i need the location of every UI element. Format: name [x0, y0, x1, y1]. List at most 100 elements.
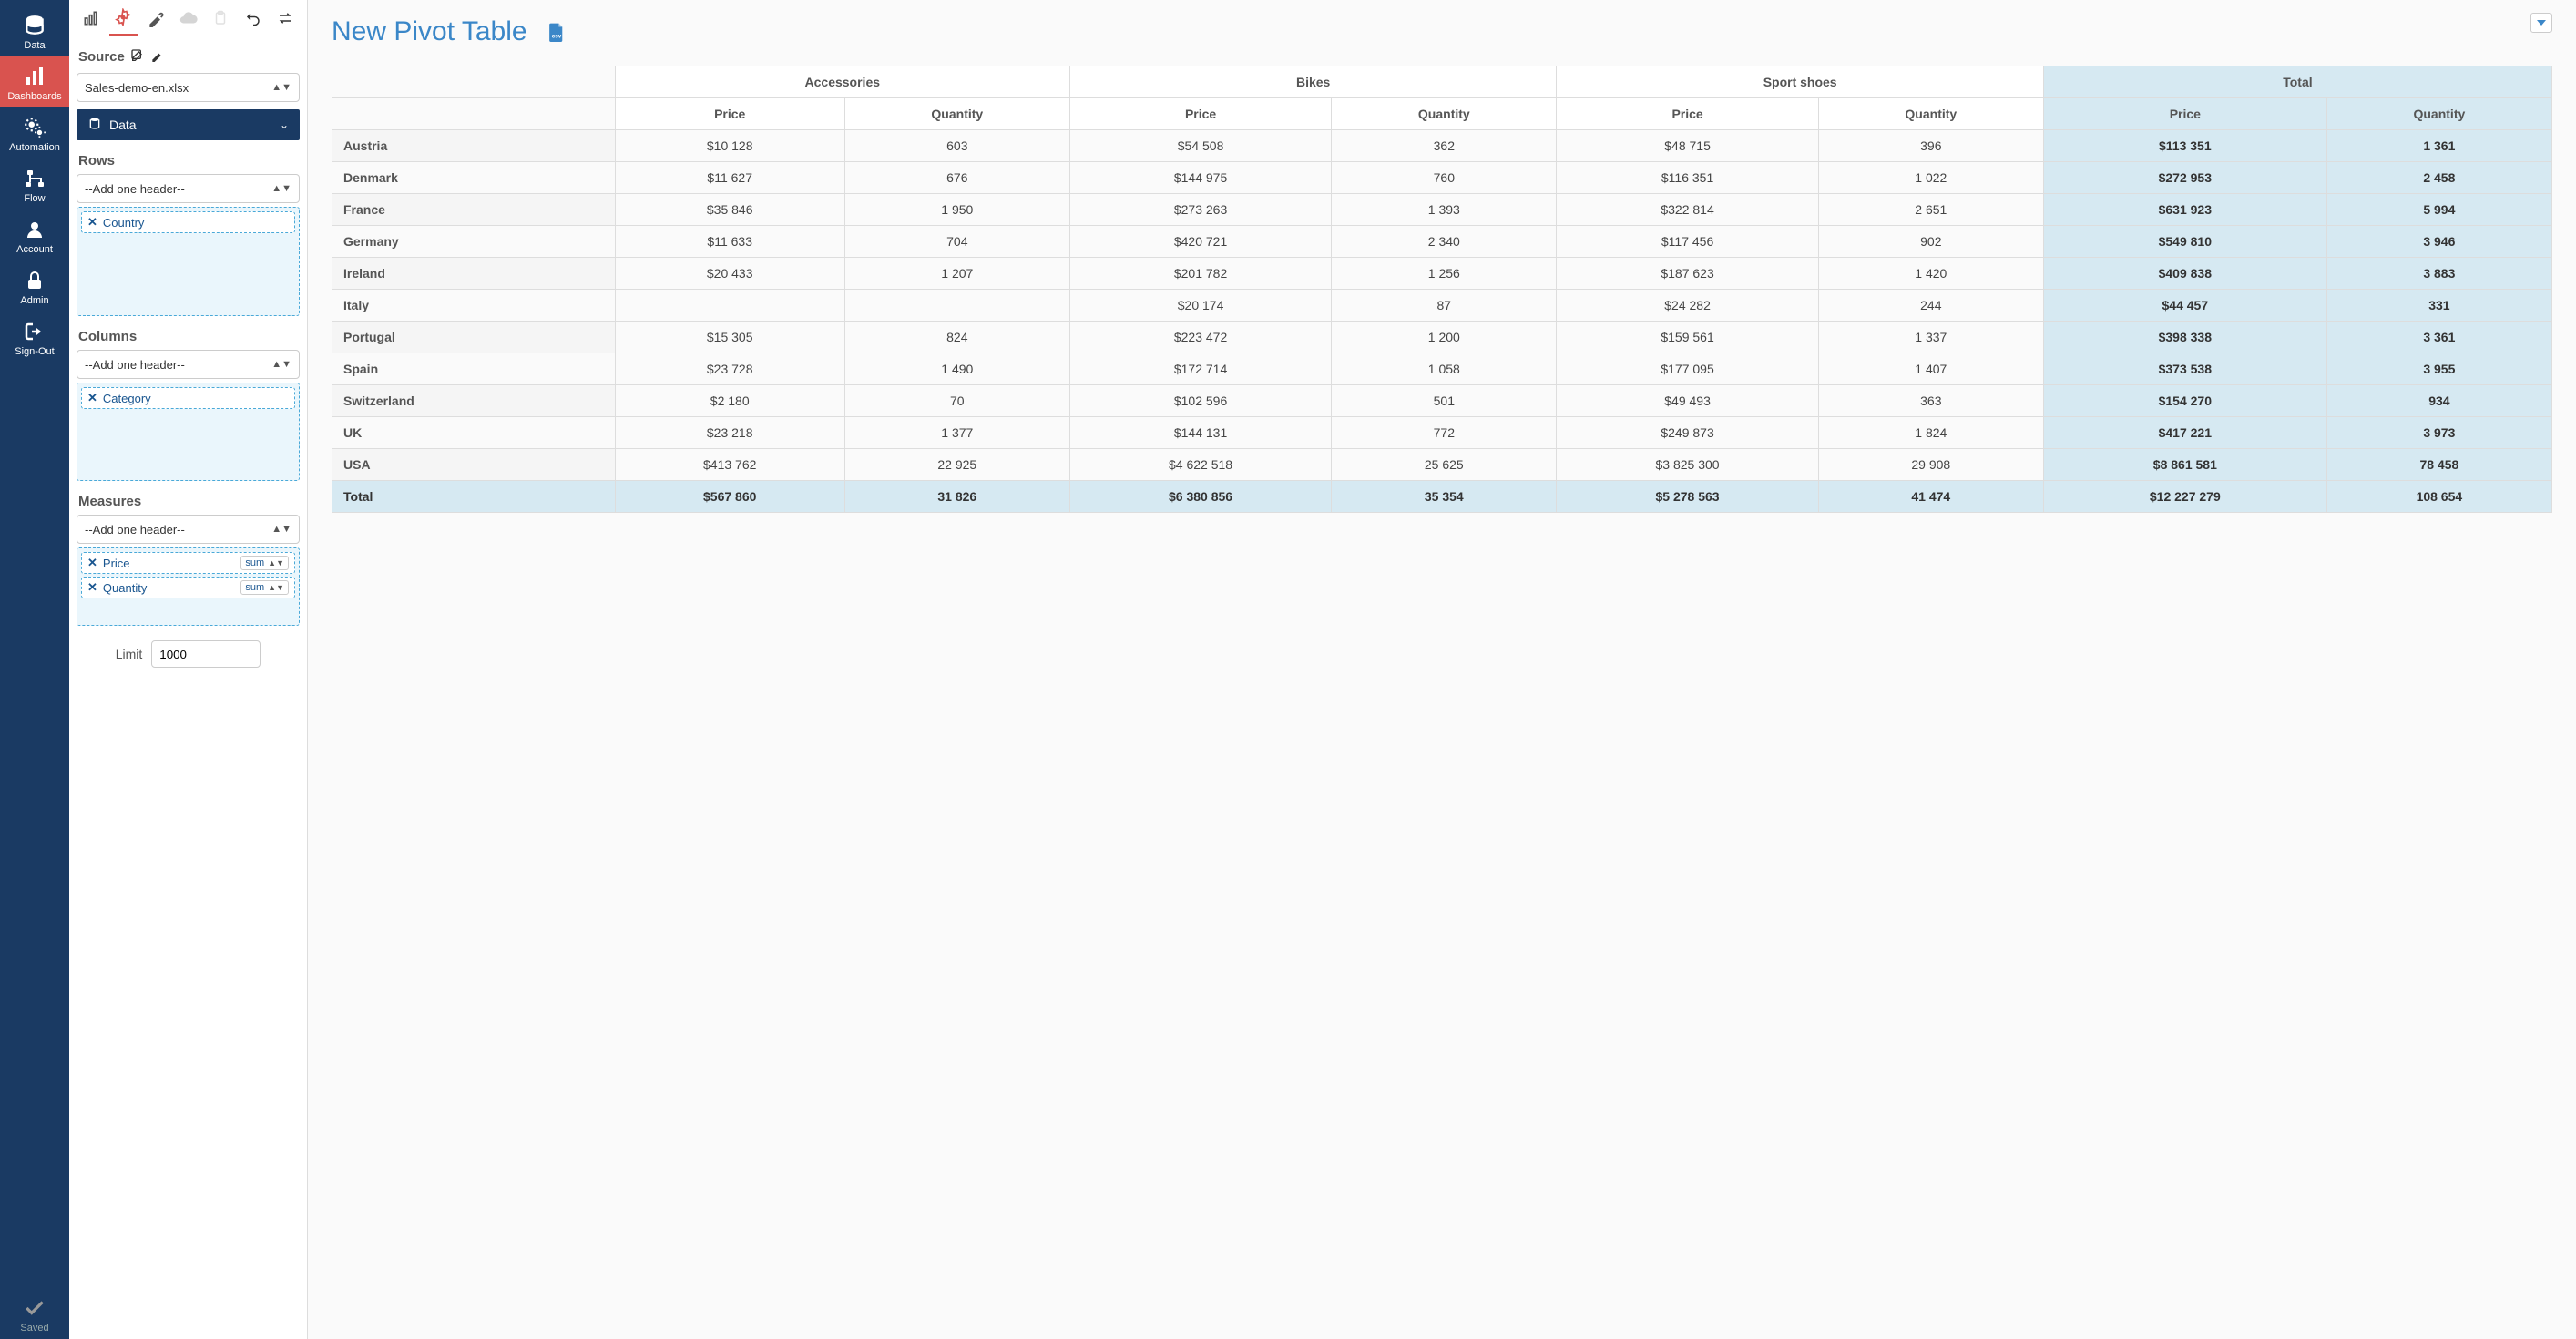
sub-col-header: Price — [1069, 98, 1331, 130]
measures-dropzone[interactable]: ✕ Price sum▲▼ ✕ Quantity sum▲▼ — [77, 547, 300, 626]
cell: $177 095 — [1557, 353, 1818, 385]
row-header: France — [332, 194, 616, 226]
cell: $20 433 — [615, 258, 844, 290]
edit-icon[interactable] — [130, 48, 145, 66]
measures-section-label: Measures — [78, 494, 298, 509]
remove-icon[interactable]: ✕ — [87, 580, 97, 595]
cell: $2 180 — [615, 385, 844, 417]
style-button[interactable] — [141, 5, 170, 31]
nav-item-automation[interactable]: Automation — [0, 107, 69, 158]
measures-header-select[interactable]: --Add one header-- ▲▼ — [77, 515, 300, 544]
cell: $23 218 — [615, 417, 844, 449]
cell: 1 200 — [1332, 322, 1557, 353]
cell: $172 714 — [1069, 353, 1331, 385]
limit-input[interactable] — [151, 640, 261, 668]
nav-item-signout[interactable]: Sign-Out — [0, 312, 69, 363]
remove-icon[interactable]: ✕ — [87, 391, 97, 405]
cell: 2 340 — [1332, 226, 1557, 258]
cell: 331 — [2326, 290, 2551, 322]
cell: 87 — [1332, 290, 1557, 322]
data-accordion-header[interactable]: Data ⌄ — [77, 109, 300, 140]
undo-button[interactable] — [239, 5, 268, 31]
sub-col-header: Quantity — [2326, 98, 2551, 130]
cols-placeholder: --Add one header-- — [85, 358, 185, 372]
cell — [844, 290, 1069, 322]
cell: $249 873 — [1557, 417, 1818, 449]
nav-label: Dashboards — [7, 91, 61, 102]
nav-item-data[interactable]: Data — [0, 5, 69, 56]
sub-col-header: Price — [2043, 98, 2326, 130]
caret-icon: ▲▼ — [271, 524, 291, 535]
table-row: Germany$11 633704$420 7212 340$117 45690… — [332, 226, 2552, 258]
cell: $417 221 — [2043, 417, 2326, 449]
columns-section-label: Columns — [78, 329, 298, 344]
row-header: Ireland — [332, 258, 616, 290]
measure-pill-price[interactable]: ✕ Price sum▲▼ — [81, 552, 295, 574]
table-row: Portugal$15 305824$223 4721 200$159 5611… — [332, 322, 2552, 353]
cell: 78 458 — [2326, 449, 2551, 481]
nav-label: Automation — [9, 142, 60, 153]
nav-item-saved[interactable]: Saved — [0, 1288, 69, 1339]
nav-item-flow[interactable]: Flow — [0, 158, 69, 210]
settings-button[interactable] — [109, 5, 138, 36]
cell: 1 207 — [844, 258, 1069, 290]
columns-header-select[interactable]: --Add one header-- ▲▼ — [77, 350, 300, 379]
chart-type-button[interactable] — [77, 5, 106, 31]
cell: $144 131 — [1069, 417, 1331, 449]
sub-col-header: Price — [615, 98, 844, 130]
aggregation-select[interactable]: sum▲▼ — [240, 580, 289, 595]
blank-header — [332, 98, 616, 130]
check-icon — [22, 1295, 47, 1321]
cloud-button — [174, 5, 203, 31]
aggregation-select[interactable]: sum▲▼ — [240, 556, 289, 570]
cell: $24 282 — [1557, 290, 1818, 322]
nav-item-account[interactable]: Account — [0, 210, 69, 261]
columns-dropzone[interactable]: ✕ Category — [77, 383, 300, 481]
rows-header-select[interactable]: --Add one header-- ▲▼ — [77, 174, 300, 203]
nav-item-admin[interactable]: Admin — [0, 261, 69, 312]
row-header: UK — [332, 417, 616, 449]
cell: 1 407 — [1818, 353, 2043, 385]
cell: $549 810 — [2043, 226, 2326, 258]
cell: 1 377 — [844, 417, 1069, 449]
sub-col-header: Quantity — [1818, 98, 2043, 130]
pill-label: Quantity — [103, 581, 147, 595]
col-pill-category[interactable]: ✕ Category — [81, 387, 295, 409]
cell: $48 715 — [1557, 130, 1818, 162]
cell: $3 825 300 — [1557, 449, 1818, 481]
cell: 1 361 — [2326, 130, 2551, 162]
nav-item-dashboards[interactable]: Dashboards — [0, 56, 69, 107]
row-header: Austria — [332, 130, 616, 162]
signout-icon — [22, 319, 47, 344]
table-row: Spain$23 7281 490$172 7141 058$177 0951 … — [332, 353, 2552, 385]
cell: 1 337 — [1818, 322, 2043, 353]
cell: $322 814 — [1557, 194, 1818, 226]
cell: $11 627 — [615, 162, 844, 194]
table-row: Italy$20 17487$24 282244$44 457331 — [332, 290, 2552, 322]
row-header: Portugal — [332, 322, 616, 353]
cell: 3 361 — [2326, 322, 2551, 353]
row-pill-country[interactable]: ✕ Country — [81, 211, 295, 233]
remove-icon[interactable]: ✕ — [87, 215, 97, 230]
source-select[interactable]: Sales-demo-en.xlsx ▲▼ — [77, 73, 300, 102]
source-label: Source — [78, 49, 125, 65]
table-row: UK$23 2181 377$144 131772$249 8731 824$4… — [332, 417, 2552, 449]
swap-button[interactable] — [271, 5, 300, 31]
caret-icon: ▲▼ — [271, 359, 291, 370]
remove-icon[interactable]: ✕ — [87, 556, 97, 570]
cell: 1 490 — [844, 353, 1069, 385]
rows-dropzone[interactable]: ✕ Country — [77, 207, 300, 316]
pencil-icon[interactable] — [150, 49, 163, 65]
caret-icon: ▲▼ — [271, 183, 291, 194]
measure-pill-quantity[interactable]: ✕ Quantity sum▲▼ — [81, 577, 295, 598]
row-header: Germany — [332, 226, 616, 258]
cell: $373 538 — [2043, 353, 2326, 385]
row-header: USA — [332, 449, 616, 481]
csv-export-icon[interactable]: csv — [547, 22, 566, 42]
cell: 934 — [2326, 385, 2551, 417]
cell: 29 908 — [1818, 449, 2043, 481]
options-dropdown-button[interactable] — [2530, 13, 2552, 33]
cell: $420 721 — [1069, 226, 1331, 258]
col-group-header: Bikes — [1069, 66, 1557, 98]
nav-label: Account — [16, 244, 53, 255]
